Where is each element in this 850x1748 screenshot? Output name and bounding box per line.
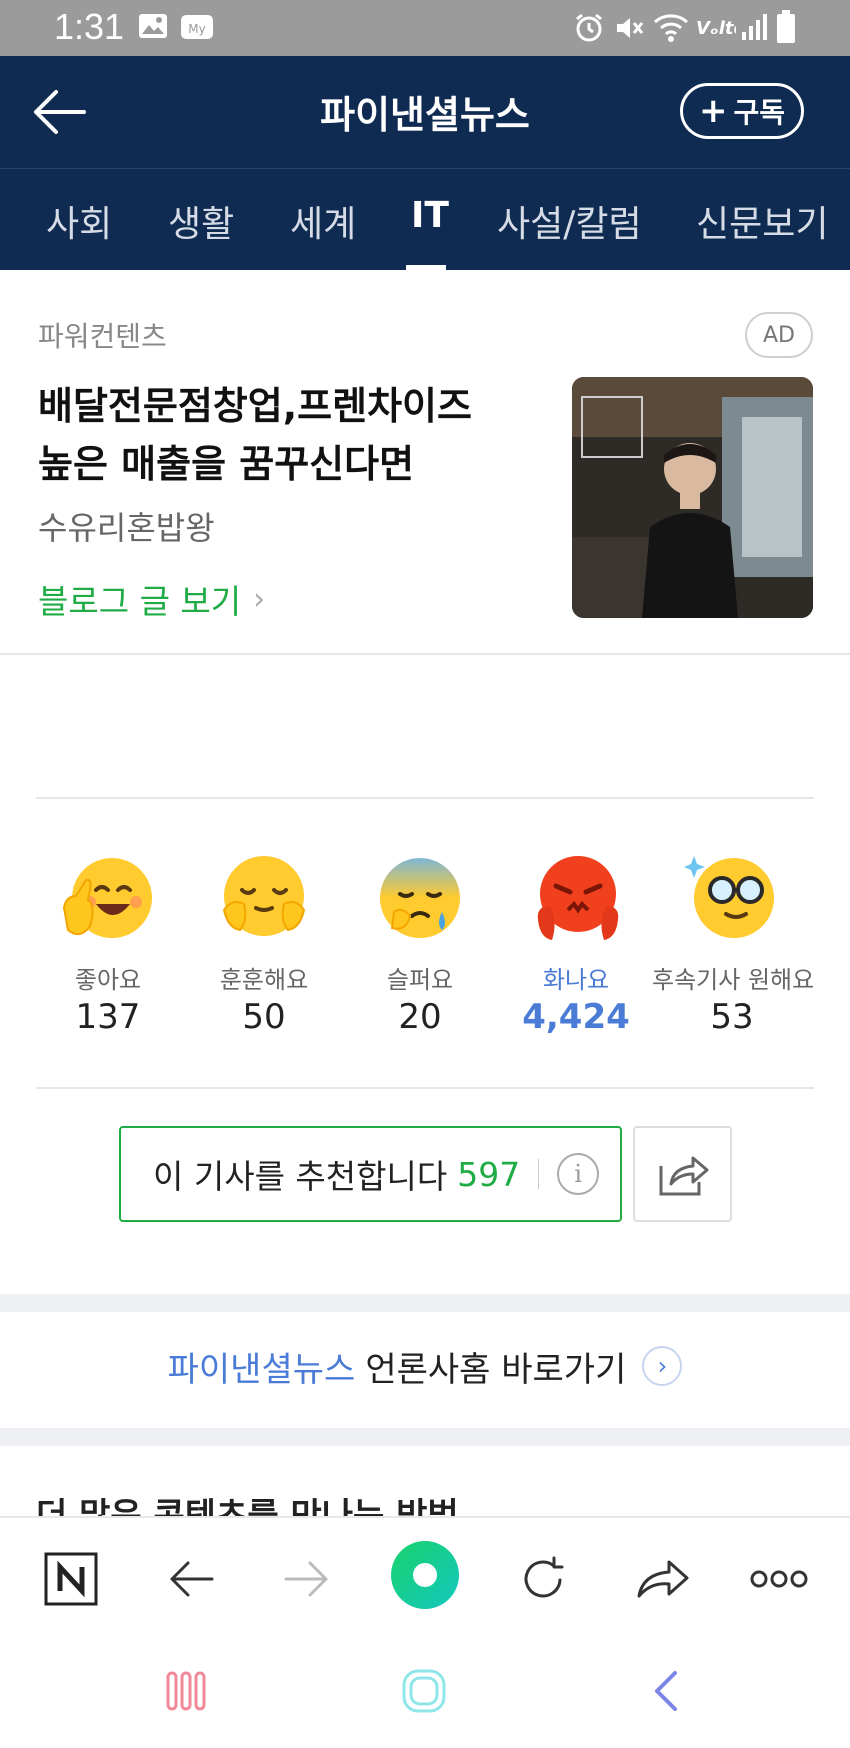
reaction-panel: 좋아요 137 훈훈해요 50 슬퍼요 20 화나요 4,424 후속기사 원해…	[0, 850, 850, 1050]
reaction-label: 좋아요	[74, 966, 142, 994]
mute-icon	[613, 12, 645, 48]
section-gap	[0, 1428, 850, 1446]
share-page-button[interactable]	[628, 1544, 698, 1614]
browser-back-button[interactable]	[156, 1544, 226, 1614]
reaction-count: 137	[75, 997, 141, 1037]
reaction-count: 4,424	[522, 997, 630, 1037]
tab-society[interactable]: 사회	[46, 195, 112, 247]
app-header: 파이낸셜뉴스 + 구독	[0, 56, 850, 168]
press-home-link[interactable]: 파이낸셜뉴스 언론사홈 바로가기 ›	[0, 1330, 850, 1402]
tab-life[interactable]: 생활	[168, 195, 234, 247]
active-tab-indicator	[406, 265, 446, 271]
reaction-count: 50	[242, 997, 286, 1037]
arrow-left-icon	[170, 1561, 214, 1597]
tab-newspaper[interactable]: 신문보기	[696, 195, 828, 247]
arrow-left-icon	[34, 90, 86, 134]
category-tabs: 사회 생활 세계 IT 사설/칼럼 신문보기	[0, 168, 850, 271]
blog-link[interactable]: 블로그 글 보기 ›	[38, 575, 265, 623]
reaction-like[interactable]: 좋아요 137	[28, 850, 188, 1037]
status-bar: 1:31 My Vₒlte	[0, 0, 850, 56]
status-time: 1:31	[54, 6, 125, 47]
green-dot-button[interactable]	[390, 1540, 460, 1610]
tab-editorial-column[interactable]: 사설/칼럼	[497, 195, 642, 247]
browser-forward-button[interactable]	[272, 1544, 342, 1614]
power-content-ad[interactable]: 파워컨텐츠 AD 배달전문점창업,프렌차이즈 높은 매출을 꿈꾸신다면 수유리혼…	[0, 275, 850, 655]
signal-icon	[740, 12, 768, 46]
more-menu-button[interactable]	[744, 1544, 814, 1614]
svg-text:Vₒlte: Vₒlte	[696, 18, 736, 39]
recommend-count: 597	[457, 1154, 521, 1194]
share-button[interactable]	[633, 1126, 732, 1222]
ad-headline-line2: 높은 매출을 꿈꾸신다면	[38, 442, 415, 486]
chevron-right-icon: ›	[642, 1346, 683, 1386]
warm-emoji-icon	[216, 850, 312, 946]
home-icon	[402, 1669, 446, 1713]
system-nav-bar	[0, 1636, 850, 1748]
plus-icon: +	[698, 91, 728, 131]
press-name: 파이낸셜뉴스	[167, 1349, 356, 1390]
battery-icon	[776, 10, 796, 48]
reaction-warm[interactable]: 훈훈해요 50	[184, 850, 344, 1037]
naver-n-icon	[44, 1552, 98, 1606]
angry-emoji-icon	[528, 850, 624, 946]
more-content-title: 더 많은 콘텐츠를 만나는 방법	[36, 1496, 459, 1516]
press-link-label: 언론사홈 바로가기	[365, 1349, 627, 1390]
chevron-left-icon	[655, 1671, 677, 1711]
subscribe-label: 구독	[733, 96, 786, 129]
svg-text:My: My	[188, 22, 205, 36]
divider	[36, 1087, 814, 1089]
recent-apps-button[interactable]	[156, 1666, 216, 1716]
ad-badge[interactable]: AD	[745, 312, 813, 358]
back-nav-button[interactable]	[636, 1666, 696, 1716]
reaction-sad[interactable]: 슬퍼요 20	[340, 850, 500, 1037]
separator	[538, 1159, 540, 1189]
reaction-label: 슬퍼요	[386, 966, 454, 994]
back-button[interactable]	[30, 86, 90, 138]
arrow-right-icon	[284, 1561, 328, 1597]
reaction-label: 화나요	[542, 966, 610, 994]
volte-icon: Vₒlte	[696, 16, 746, 44]
reaction-count: 20	[398, 997, 442, 1037]
naver-home-button[interactable]	[36, 1544, 106, 1614]
tab-world[interactable]: 세계	[290, 195, 356, 247]
info-icon[interactable]: i	[557, 1153, 600, 1195]
share-icon	[659, 1156, 708, 1196]
more-dots-icon	[750, 1570, 808, 1588]
refresh-icon	[524, 1556, 564, 1598]
alarm-icon	[573, 12, 605, 48]
home-button[interactable]	[394, 1666, 454, 1716]
ad-section-label: 파워컨텐츠	[38, 320, 167, 353]
mobile-carrier-icon: My	[180, 12, 214, 46]
subscribe-button[interactable]: + 구독	[680, 83, 804, 139]
reaction-label: 훈훈해요	[219, 966, 309, 994]
sad-emoji-icon	[372, 850, 468, 946]
refresh-button[interactable]	[508, 1544, 578, 1614]
recent-apps-icon	[166, 1671, 206, 1711]
recommend-label: 이 기사를 추천합니다	[153, 1157, 448, 1196]
chevron-right-icon: ›	[253, 581, 266, 617]
section-gap	[0, 1294, 850, 1312]
wifi-icon	[653, 12, 689, 48]
like-emoji-icon	[60, 850, 156, 946]
reaction-count: 53	[710, 997, 754, 1037]
reaction-want-follow-up[interactable]: 후속기사 원해요 53	[652, 850, 815, 1037]
reaction-angry[interactable]: 화나요 4,424	[496, 850, 656, 1037]
reaction-label: 후속기사 원해요	[652, 966, 815, 994]
share-arrow-icon	[637, 1560, 689, 1598]
ad-headline[interactable]: 배달전문점창업,프렌차이즈 높은 매출을 꿈꾸신다면	[38, 377, 538, 493]
ad-thumbnail-image[interactable]	[572, 377, 813, 618]
gallery-icon	[138, 12, 168, 44]
divider	[36, 797, 814, 799]
tab-it[interactable]: IT	[411, 195, 449, 236]
recommend-button[interactable]: 이 기사를 추천합니다 597 i	[119, 1126, 622, 1222]
ad-headline-line1: 배달전문점창업,프렌차이즈	[38, 384, 472, 428]
blog-link-label: 블로그 글 보기	[38, 582, 242, 621]
browser-toolbar	[0, 1516, 850, 1636]
follow-up-emoji-icon	[684, 850, 780, 946]
green-dot-icon	[391, 1541, 459, 1609]
ad-advertiser: 수유리혼밥왕	[38, 509, 215, 547]
